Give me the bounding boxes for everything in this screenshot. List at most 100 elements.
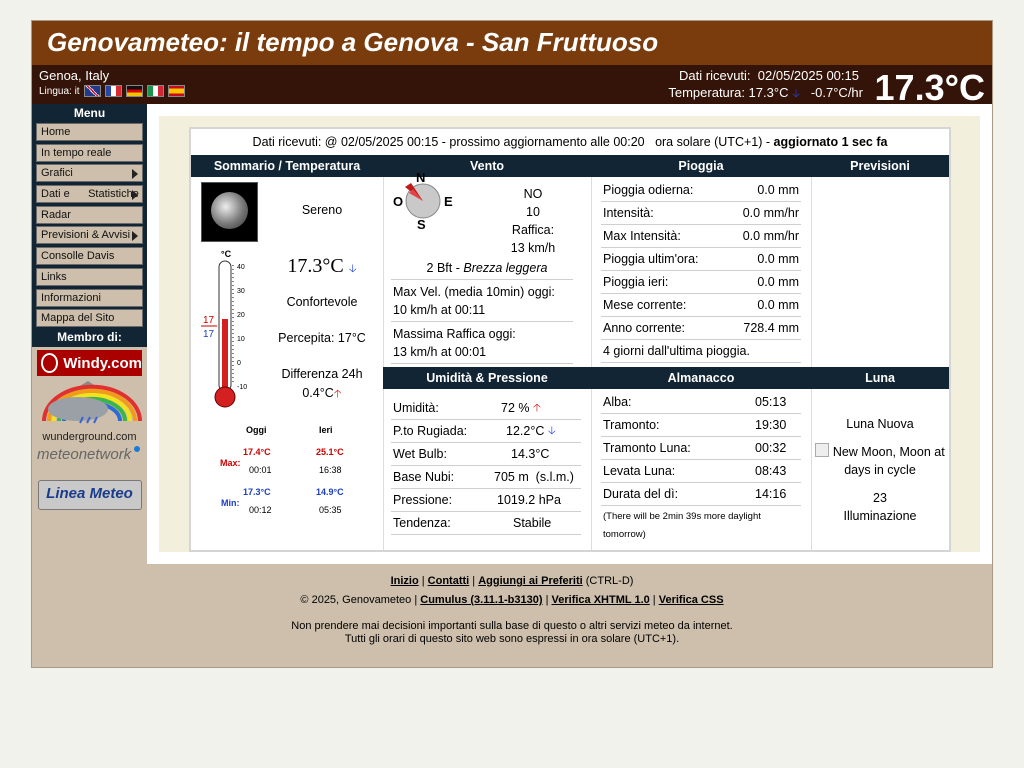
arrow-up-icon: 🡡 [532, 402, 541, 414]
summary-temperature-value: 17.3°C [287, 255, 344, 277]
moon-illumination-label: Illuminazione [843, 509, 917, 523]
flag-es-icon[interactable] [167, 85, 185, 97]
summary-comfort: Confortevole [286, 295, 358, 309]
received-label: Dati ricevuti: [679, 68, 751, 83]
footer-link-contacts[interactable]: Contatti [428, 575, 470, 587]
language-label: Lingua: it [39, 85, 80, 97]
menu-item-label: Dati e Statistiche [41, 188, 139, 201]
footer-link-xhtml[interactable]: Verifica XHTML 1.0 [552, 594, 650, 606]
almanac-row: Durata del dì: 14:16 [601, 483, 801, 506]
minmax-min-label: Min: [221, 498, 240, 508]
menu-item-forecast[interactable]: Previsioni & Avvisi [36, 226, 143, 245]
content-panel: Dati ricevuti: @ 02/05/2025 00:15 - pros… [159, 116, 980, 552]
update-age: aggiornato 1 sec fa [773, 135, 888, 149]
submenu-arrow-icon [132, 190, 138, 201]
rain-header: Pioggia [591, 155, 811, 177]
footer-disclaimer-1: Non prendere mai decisioni importanti su… [291, 620, 733, 632]
summary-diff-label: Differenza 24h [281, 367, 363, 381]
menu-item-sitemap[interactable]: Mappa del Sito [36, 309, 143, 328]
flag-de-icon[interactable] [125, 85, 143, 97]
compass-n: N [416, 170, 425, 185]
arrow-up-icon: 🡡 [333, 388, 342, 400]
wind-max-gust-label: Massima Raffica oggi: [393, 327, 516, 341]
moon-header: Luna [811, 367, 949, 389]
summary-header: Sommario / Temperatura [191, 155, 383, 177]
update-timezone: ora solare (UTC+1) - [655, 135, 771, 149]
wind-beaufort: 2 Bft - Brezza leggera [383, 261, 591, 275]
menu-item-label: Informazioni [41, 291, 101, 304]
footer-copyright-text: © 2025, Genovameteo | [300, 594, 418, 606]
wind-direction: NO [523, 187, 543, 201]
meteonetwork-logo[interactable]: meteonetwork [37, 446, 142, 470]
menu-item-info[interactable]: Informazioni [36, 288, 143, 307]
humidity-column: Umidità & Pressione Umidità: 72 % 🡡 P.to … [383, 367, 592, 550]
wind-beaufort-desc: Brezza leggera [463, 261, 548, 275]
menu-item-stats[interactable]: Dati e Statistiche [36, 185, 143, 204]
thermometer-unit: °C [221, 249, 232, 259]
minmax-max-yesterday-time: 16:38 [319, 465, 342, 475]
flag-fr-icon[interactable] [104, 85, 122, 97]
summary-column: Sommario / Temperatura Sereno °C 40 30 2… [191, 155, 384, 550]
summary-perceived: Percepita: 17°C [278, 331, 366, 345]
minmax-min-today: 17.3°C [243, 487, 271, 497]
moon-image-alt: New Moon, Moon at days in cycle [832, 445, 945, 477]
windy-logo[interactable]: Windy.com [37, 350, 142, 377]
menu-item-label: Links [41, 270, 67, 283]
humidity-row: Wet Bulb: 14.3°C [391, 443, 581, 466]
minmax-max-yesterday: 25.1°C [316, 447, 344, 457]
wind-max-gust: Massima Raffica oggi: 13 km/h at 00:01 [393, 325, 583, 361]
humidity-row: Pressione: 1019.2 hPa [391, 489, 581, 512]
flag-en-icon[interactable] [83, 85, 101, 97]
wind-gust: 13 km/h [510, 241, 556, 255]
rain-row: Anno corrente: 728.4 mm [601, 317, 801, 340]
menu-title: Menu [32, 104, 147, 123]
thermometer-tick: 10 [237, 336, 245, 343]
menu-item-realtime[interactable]: In tempo reale [36, 143, 143, 162]
humidity-row: Umidità: 72 % 🡡 [391, 397, 581, 420]
windy-mark-icon [41, 353, 59, 374]
humidity-row: Tendenza: Stabile [391, 512, 581, 535]
menu-item-davis[interactable]: Consolle Davis [36, 247, 143, 266]
moon-column: Luna Luna Nuova New Moon, Moon at days i… [811, 367, 949, 550]
sidebar: Menu Home In tempo reale Grafici Dati e … [32, 104, 147, 564]
menu-item-radar[interactable]: Radar [36, 205, 143, 224]
received-value: 02/05/2025 00:15 [757, 68, 859, 83]
rain-column: Pioggia Pioggia odierna: 0.0 mm Intensità… [591, 155, 812, 367]
wind-column: Vento N O E S NO 10 Raffica: 13 km/h 2 B… [383, 155, 592, 367]
minmax-max-today-time: 00:01 [249, 465, 272, 475]
menu-list: Home In tempo reale Grafici Dati e Stati… [32, 123, 147, 330]
almanac-column: Almanacco Alba: 05:13 Tramonto: 19:30 Tram… [591, 367, 812, 550]
almanac-note: (There will be 2min 39s more daylight to… [603, 511, 761, 540]
menu-item-graphs[interactable]: Grafici [36, 164, 143, 183]
arrow-down-icon: 🡣 [348, 263, 357, 275]
lineameteo-logo[interactable]: Linea Meteo [37, 480, 142, 511]
minmax-min-today-time: 00:12 [249, 505, 272, 515]
footer-link-css[interactable]: Verifica CSS [659, 594, 724, 606]
update-info: Dati ricevuti: @ 02/05/2025 00:15 - pros… [191, 129, 949, 156]
menu-item-label: Radar [41, 208, 71, 221]
menu-item-home[interactable]: Home [36, 123, 143, 141]
update-received: Dati ricevuti: @ 02/05/2025 00:15 - pros… [252, 135, 645, 149]
summary-condition: Sereno [301, 203, 343, 217]
thermometer-tick: 20 [237, 312, 245, 319]
rain-row: Pioggia odierna: 0.0 mm [601, 179, 801, 202]
page-footer: Inizio | Contatti | Aggiungi ai Preferit… [32, 564, 992, 645]
forecast-header: Previsioni [811, 155, 949, 177]
flag-it-icon[interactable] [146, 85, 164, 97]
temperature-line: Temperatura: 17.3°C 🡣 -0.7°C/hr [668, 85, 863, 104]
footer-link-bookmark[interactable]: Aggiungi ai Preferiti [478, 575, 583, 587]
footer-link-cumulus[interactable]: Cumulus (3.11.1-b3130) [420, 594, 542, 606]
wunderground-logo-text: wunderground.com [42, 431, 137, 444]
thermometer-max: 17 [203, 315, 215, 326]
humidity-list: Umidità: 72 % 🡡 P.to Rugiada: 12.2°C 🡣 Wet… [383, 389, 591, 535]
wunderground-logo[interactable]: wunderground.com [38, 379, 142, 443]
rain-row: Max Intensità: 0.0 mm/hr [601, 225, 801, 248]
meteonetwork-logo-text: meteonetwork [37, 446, 132, 464]
minmax-col-yesterday: Ieri [319, 425, 333, 435]
moon-illumination: 23 Illuminazione [811, 489, 949, 525]
menu-item-label: In tempo reale [41, 146, 112, 159]
minmax-max-label: Max: [220, 458, 241, 468]
wunderground-logo-icon [41, 381, 142, 424]
footer-link-home[interactable]: Inizio [391, 575, 419, 587]
menu-item-links[interactable]: Links [36, 267, 143, 286]
